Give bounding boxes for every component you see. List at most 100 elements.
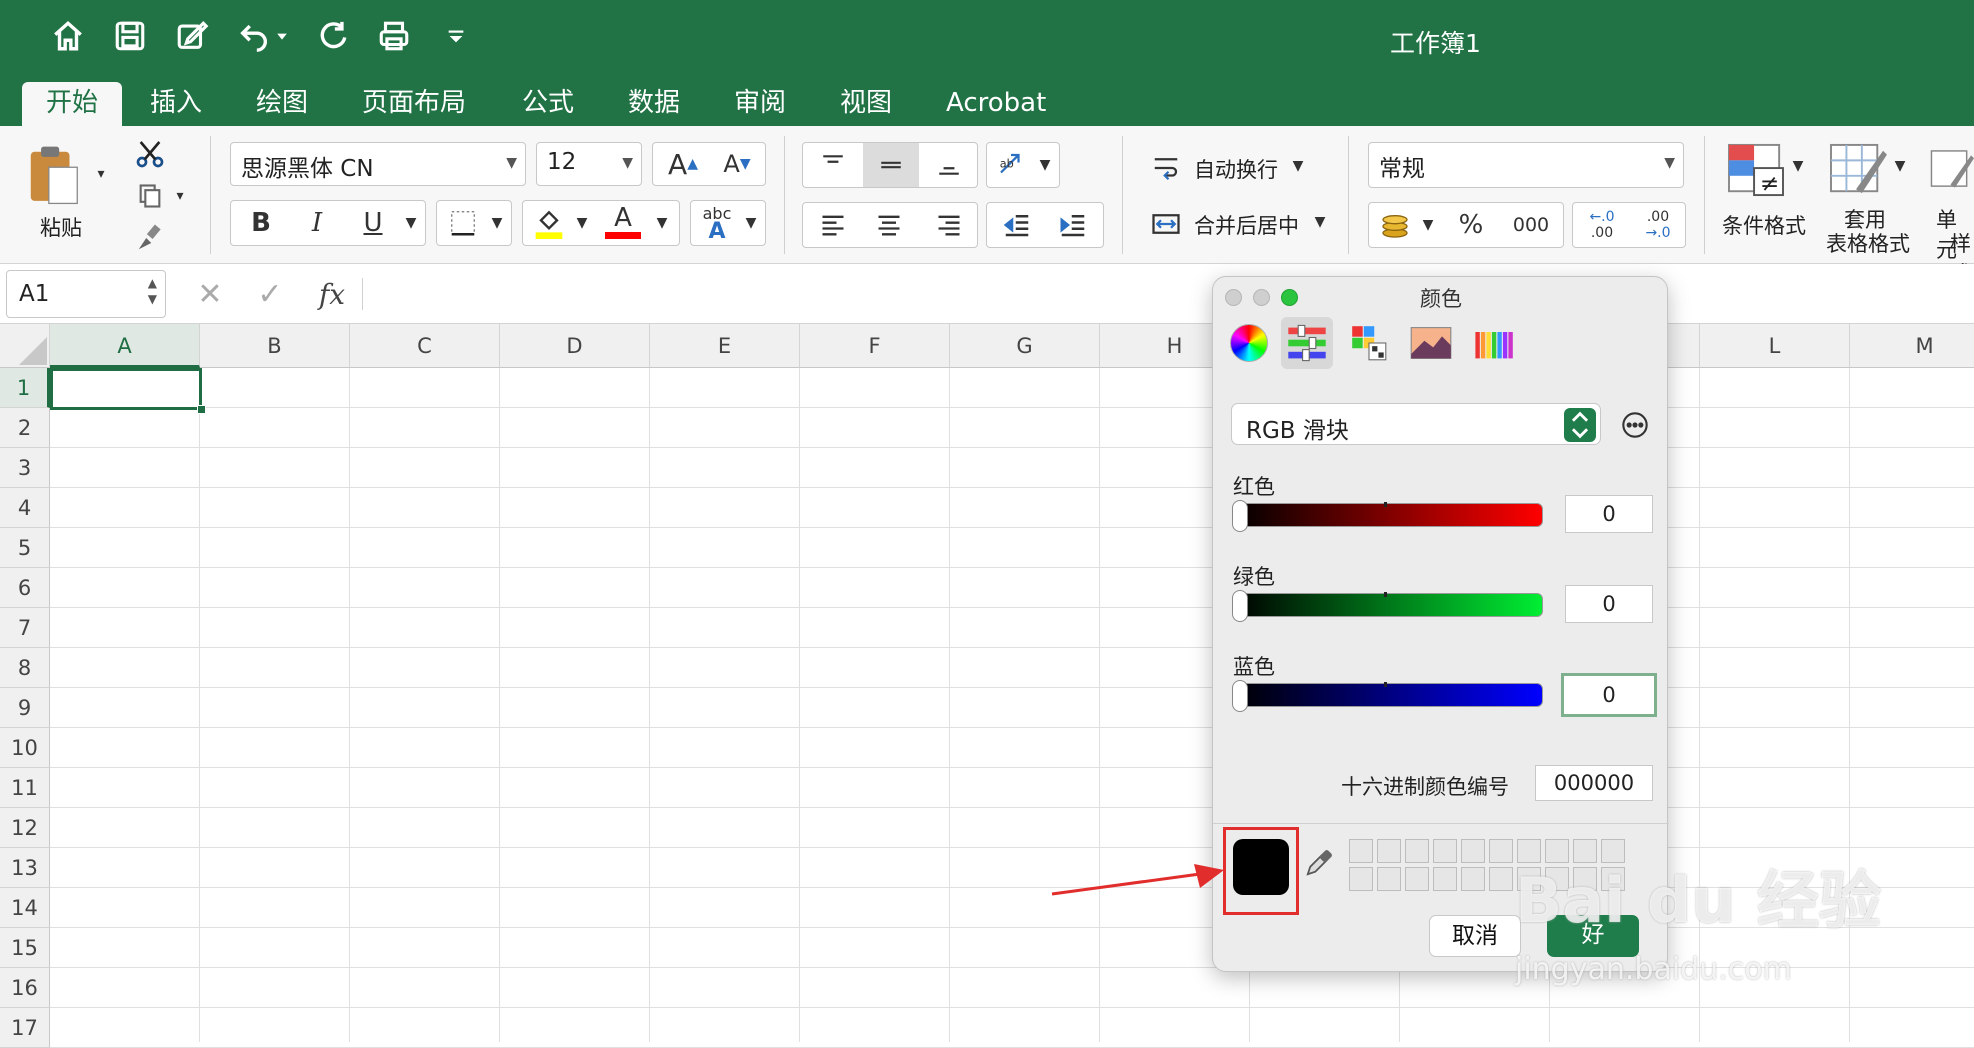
custom-color-well[interactable] [1349, 867, 1373, 891]
color-palettes-icon[interactable] [1343, 317, 1395, 369]
green-value-field[interactable]: 0 [1565, 585, 1653, 623]
row-header-5[interactable]: 5 [0, 528, 50, 568]
row-header-15[interactable]: 15 [0, 928, 50, 968]
column-header-e[interactable]: E [650, 324, 800, 368]
row-header-3[interactable]: 3 [0, 448, 50, 488]
conditional-format-label[interactable]: 条件格式 [1722, 210, 1806, 240]
wrap-text-label[interactable]: 自动换行 [1194, 154, 1278, 184]
grow-font-button[interactable]: A ▲ [659, 145, 707, 183]
underline-chevron-down-icon[interactable]: ▼ [401, 211, 421, 235]
wrap-text-chevron-down-icon[interactable]: ▼ [1290, 156, 1306, 176]
conditional-format-chevron-down-icon[interactable]: ▼ [1790, 156, 1806, 176]
currency-coins-icon[interactable] [1373, 205, 1417, 245]
red-channel-slider[interactable] [1232, 500, 1543, 532]
red-value-field[interactable]: 0 [1565, 495, 1653, 533]
blue-slider-knob[interactable] [1232, 680, 1248, 712]
green-slider-knob[interactable] [1232, 590, 1248, 622]
customize-toolbar-chevron-down-icon[interactable] [438, 18, 474, 54]
paste-chevron-down-icon[interactable]: ▾ [92, 164, 110, 184]
formula-input[interactable] [370, 272, 1960, 316]
eyedropper-icon[interactable] [1299, 843, 1339, 883]
column-header-m[interactable]: M [1850, 324, 1974, 368]
format-as-table-label-2[interactable]: 表格格式 [1826, 228, 1910, 258]
custom-color-well[interactable] [1461, 839, 1485, 863]
currency-chevron-down-icon[interactable]: ▼ [1419, 213, 1437, 237]
insert-function-button[interactable]: fx [310, 274, 354, 314]
tab-review[interactable]: 审阅 [710, 82, 810, 126]
cancel-x-icon[interactable]: ✕ [190, 276, 230, 312]
copy-icon[interactable] [130, 176, 170, 216]
fill-color-chevron-down-icon[interactable]: ▼ [573, 211, 591, 235]
hex-color-field[interactable]: 000000 [1535, 765, 1653, 801]
underline-button[interactable]: U [347, 203, 399, 243]
row-header-14[interactable]: 14 [0, 888, 50, 928]
blue-channel-slider[interactable] [1232, 680, 1543, 712]
italic-button[interactable]: I [291, 203, 343, 243]
align-top-icon[interactable] [807, 145, 859, 185]
align-middle-icon[interactable] [863, 143, 919, 187]
phonetic-button[interactable]: abc A ▼ [690, 200, 766, 246]
borders-button[interactable]: ▼ [436, 200, 512, 246]
format-as-table-chevron-down-icon[interactable]: ▼ [1892, 156, 1908, 176]
row-header-6[interactable]: 6 [0, 568, 50, 608]
print-icon[interactable] [376, 18, 412, 54]
tab-home[interactable]: 开始 [22, 82, 123, 126]
decrease-decimal-button[interactable]: .00 →.0 [1633, 205, 1683, 245]
decrease-indent-icon[interactable] [991, 205, 1043, 245]
increase-decimal-button[interactable]: ←.0 .00 [1577, 205, 1627, 245]
align-left-icon[interactable] [807, 205, 859, 245]
column-header-l[interactable]: L [1700, 324, 1850, 368]
align-right-icon[interactable] [923, 205, 975, 245]
row-header-2[interactable]: 2 [0, 408, 50, 448]
wrap-text-icon[interactable] [1146, 150, 1186, 186]
row-header-9[interactable]: 9 [0, 688, 50, 728]
row-header-17[interactable]: 17 [0, 1008, 50, 1048]
tab-insert[interactable]: 插入 [126, 82, 226, 126]
blue-value-field[interactable]: 0 [1561, 673, 1657, 717]
custom-color-well[interactable] [1433, 839, 1457, 863]
row-header-10[interactable]: 10 [0, 728, 50, 768]
increase-indent-icon[interactable] [1047, 205, 1099, 245]
tab-page-layout[interactable]: 页面布局 [338, 82, 490, 126]
edit-document-icon[interactable] [174, 18, 210, 54]
cut-scissors-icon[interactable] [130, 134, 170, 174]
undo-dropdown-chevron-down-icon[interactable] [276, 18, 288, 54]
tab-data[interactable]: 数据 [604, 82, 704, 126]
column-header-d[interactable]: D [500, 324, 650, 368]
percent-button[interactable]: % [1445, 205, 1497, 245]
shrink-font-button[interactable]: A ▼ [713, 145, 761, 183]
redo-icon[interactable] [314, 18, 350, 54]
merge-center-label[interactable]: 合并后居中 [1194, 210, 1299, 240]
custom-color-well[interactable] [1349, 839, 1373, 863]
row-header-11[interactable]: 11 [0, 768, 50, 808]
align-center-icon[interactable] [863, 205, 915, 245]
row-header-1[interactable]: 1 [0, 368, 50, 408]
comma-style-button[interactable]: 000 [1503, 205, 1559, 245]
custom-color-well[interactable] [1405, 867, 1429, 891]
custom-color-well[interactable] [1489, 867, 1513, 891]
more-options-ellipsis-icon[interactable] [1619, 409, 1651, 441]
paste-clipboard-icon[interactable] [24, 140, 84, 210]
custom-color-well[interactable] [1377, 867, 1401, 891]
column-header-b[interactable]: B [200, 324, 350, 368]
color-mode-select[interactable]: RGB 滑块 [1231, 403, 1601, 445]
row-header-13[interactable]: 13 [0, 848, 50, 888]
tab-view[interactable]: 视图 [816, 82, 916, 126]
cancel-button[interactable]: 取消 [1429, 915, 1521, 957]
tab-formulas[interactable]: 公式 [498, 82, 598, 126]
font-color-chevron-down-icon[interactable]: ▼ [653, 211, 671, 235]
column-header-a[interactable]: A [50, 324, 200, 368]
color-wheel-icon[interactable] [1223, 317, 1275, 369]
select-all-corner[interactable] [0, 324, 50, 368]
merge-center-chevron-down-icon[interactable]: ▼ [1312, 212, 1328, 232]
red-slider-knob[interactable] [1232, 500, 1248, 532]
undo-icon[interactable] [236, 18, 272, 54]
row-header-7[interactable]: 7 [0, 608, 50, 648]
fill-handle[interactable] [197, 405, 206, 414]
cell-styles-icon[interactable] [1930, 142, 1974, 198]
column-header-f[interactable]: F [800, 324, 950, 368]
color-sliders-icon[interactable] [1281, 317, 1333, 369]
image-palettes-icon[interactable] [1405, 317, 1457, 369]
fill-color-bucket-icon[interactable] [527, 203, 571, 243]
custom-color-well[interactable] [1405, 839, 1429, 863]
